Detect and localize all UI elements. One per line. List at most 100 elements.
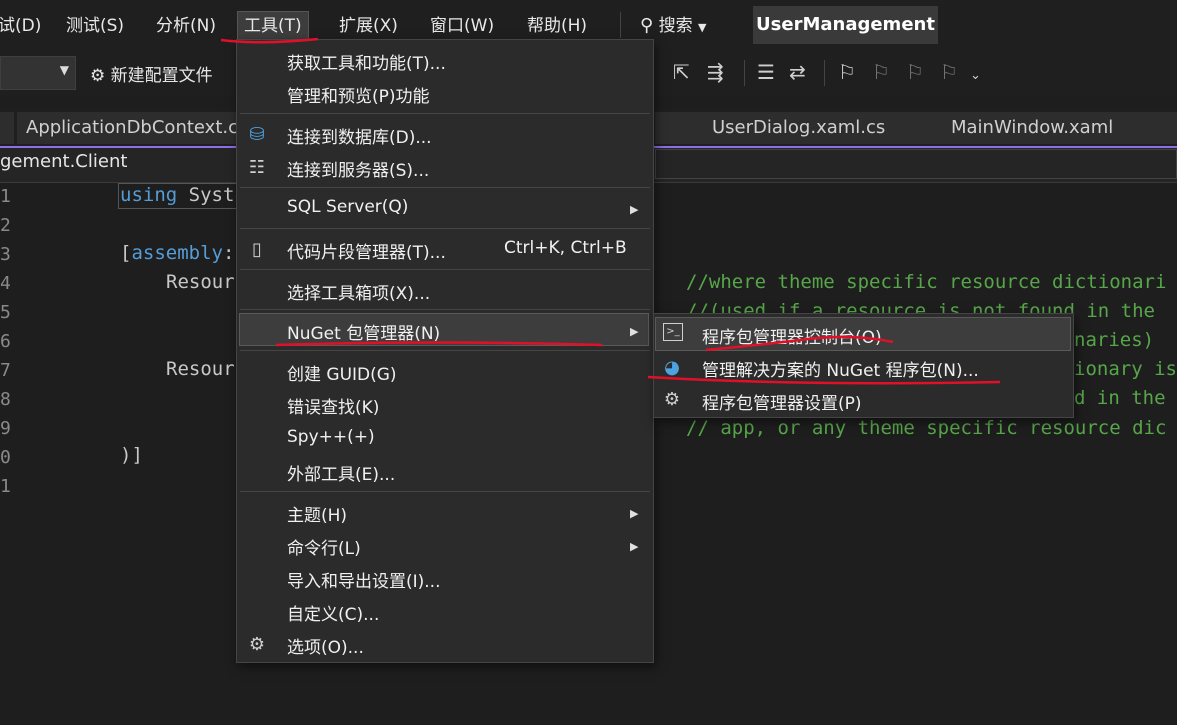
snippet-icon: ▯ (252, 239, 262, 260)
menu-item-error-lookup[interactable]: 错误查找(K) (287, 393, 379, 418)
menu-item-connect-server[interactable]: 连接到服务器(S)... (287, 156, 429, 181)
menu-analyze[interactable]: 分析(N) (156, 12, 216, 40)
menu-item-get-tools[interactable]: 获取工具和功能(T)... (287, 49, 446, 74)
menu-item-import-export[interactable]: 导入和导出设置(I)... (287, 567, 441, 592)
bookmark-icon[interactable]: ⚐ (838, 60, 856, 84)
code-line-resource[interactable]: Resour (166, 271, 235, 293)
code-comment: naries) (1074, 329, 1155, 351)
project-selector[interactable]: gement.Client (0, 151, 127, 172)
line-number: 1 (0, 186, 11, 207)
code-line-resource[interactable]: Resour (166, 358, 235, 380)
menu-item-choose-toolbox[interactable]: 选择工具箱项(X)... (287, 279, 430, 304)
tab-hidden[interactable] (655, 112, 706, 144)
submenu-arrow-icon: ▶ (630, 203, 639, 216)
search-icon: ⚲ (640, 15, 654, 36)
line-number: 7 (0, 360, 11, 381)
toolbar-divider (744, 60, 745, 86)
submenu-arrow-icon: ▶ (630, 540, 639, 553)
bookmark-next-icon[interactable]: ⚐ (906, 60, 924, 84)
keyword-assembly: assembly (131, 242, 223, 264)
bookmark-prev-icon[interactable]: ⚐ (872, 60, 890, 84)
gear-icon: ⚙ (663, 389, 681, 410)
align-icon[interactable]: ⇶ (707, 60, 724, 84)
menu-extensions[interactable]: 扩展(X) (339, 12, 398, 40)
menu-separator (240, 269, 650, 270)
code-line-assembly[interactable]: [assembly: (120, 242, 234, 264)
nuget-icon: ◕ (664, 357, 680, 378)
menu-item-spy[interactable]: Spy++(+) (287, 427, 375, 447)
menu-item-nuget[interactable]: NuGet 包管理器(N) (287, 319, 440, 344)
menu-help[interactable]: 帮助(H) (527, 12, 587, 40)
indent-icon[interactable]: ⇄ (789, 60, 806, 84)
gear-icon: ⚙ (248, 634, 266, 655)
line-number: 3 (0, 244, 11, 265)
line-number: 4 (0, 273, 11, 294)
menu-item-create-guid[interactable]: 创建 GUID(G) (287, 360, 397, 385)
submenu-item-package-settings[interactable]: 程序包管理器设置(P) (702, 389, 862, 414)
menu-separator (240, 228, 650, 229)
menu-window[interactable]: 窗口(W) (430, 12, 494, 40)
server-connect-icon: ☷ (248, 157, 266, 178)
menu-debug[interactable]: 试(D) (0, 12, 41, 40)
search-label: 搜索 (658, 16, 693, 36)
code-text: Syst (177, 184, 235, 206)
menu-divider (620, 12, 621, 38)
menu-item-snippet-manager[interactable]: 代码片段管理器(T)... (287, 238, 446, 263)
new-config-label: 新建配置文件 (110, 66, 213, 86)
toolbar-divider (824, 60, 825, 86)
overflow-icon[interactable]: ⌄ (970, 68, 981, 83)
list-icon[interactable]: ☰ (757, 60, 775, 84)
menu-test[interactable]: 测试(S) (66, 12, 124, 40)
line-number: 8 (0, 389, 11, 410)
menu-item-sql-server[interactable]: SQL Server(Q) (287, 197, 408, 217)
menu-item-theme[interactable]: 主题(H) (287, 501, 347, 526)
menu-item-manage-preview[interactable]: 管理和预览(P)功能 (287, 82, 430, 107)
line-number: 6 (0, 331, 11, 352)
new-config-button[interactable]: ⚙ 新建配置文件 (90, 61, 213, 86)
line-number: 1 (0, 476, 11, 497)
console-icon: >_ (663, 323, 683, 341)
tab-applicationdbcontext[interactable]: ApplicationDbContext.cs (17, 112, 251, 144)
menu-separator (240, 187, 650, 188)
code-comment: // app, or any theme specific resource d… (686, 417, 1167, 439)
solution-name: UserManagement (753, 6, 938, 44)
menu-item-customize[interactable]: 自定义(C)... (287, 600, 379, 625)
menu-separator (240, 491, 650, 492)
shortcut-text: Ctrl+K, Ctrl+B (504, 238, 627, 258)
menu-item-connect-db[interactable]: 连接到数据库(D)... (287, 123, 432, 148)
code-text: : (222, 242, 235, 264)
cursor-icon[interactable]: ⇱ (673, 60, 690, 84)
member-selector[interactable] (655, 149, 1177, 179)
code-text: [ (120, 242, 132, 264)
line-number: 5 (0, 302, 11, 323)
chevron-down-icon: ▼ (59, 63, 69, 77)
menu-separator (240, 350, 650, 351)
code-comment: //where theme specific resource dictiona… (686, 271, 1167, 293)
menu-separator (240, 113, 650, 114)
code-comment: ionary is (1074, 358, 1177, 380)
database-connect-icon: ⛁ (249, 124, 265, 145)
submenu-item-manage-nuget[interactable]: 管理解决方案的 NuGet 程序包(N)... (702, 356, 979, 381)
menu-tools[interactable]: 工具(T) (237, 11, 309, 41)
menu-item-external-tools[interactable]: 外部工具(E)... (287, 460, 395, 485)
submenu-arrow-icon: ▶ (630, 325, 639, 338)
chevron-down-icon: ▼ (698, 21, 707, 34)
tab-userdialog[interactable]: UserDialog.xaml.cs (703, 112, 948, 144)
menu-item-command-line[interactable]: 命令行(L) (287, 534, 361, 559)
menu-item-options[interactable]: 选项(O)... (287, 633, 364, 658)
submenu-arrow-icon: ▶ (630, 507, 639, 520)
gear-icon: ⚙ (90, 66, 106, 86)
line-number: 0 (0, 447, 11, 468)
line-number: 2 (0, 215, 11, 236)
code-line-using[interactable]: using Syst (120, 184, 234, 206)
tab-mainwindow[interactable]: MainWindow.xaml (942, 112, 1177, 144)
keyword-using: using (120, 184, 178, 206)
menu-separator (240, 309, 650, 310)
tab-partial[interactable] (0, 112, 14, 144)
code-line-close[interactable]: )] (120, 444, 143, 466)
line-number: 9 (0, 418, 11, 439)
config-dropdown[interactable]: ▼ (0, 56, 76, 90)
search-button[interactable]: ⚲ 搜索 ▼ (640, 12, 706, 40)
submenu-item-package-console[interactable]: 程序包管理器控制台(O) (702, 323, 882, 348)
bookmark-clear-icon[interactable]: ⚐ (940, 60, 958, 84)
